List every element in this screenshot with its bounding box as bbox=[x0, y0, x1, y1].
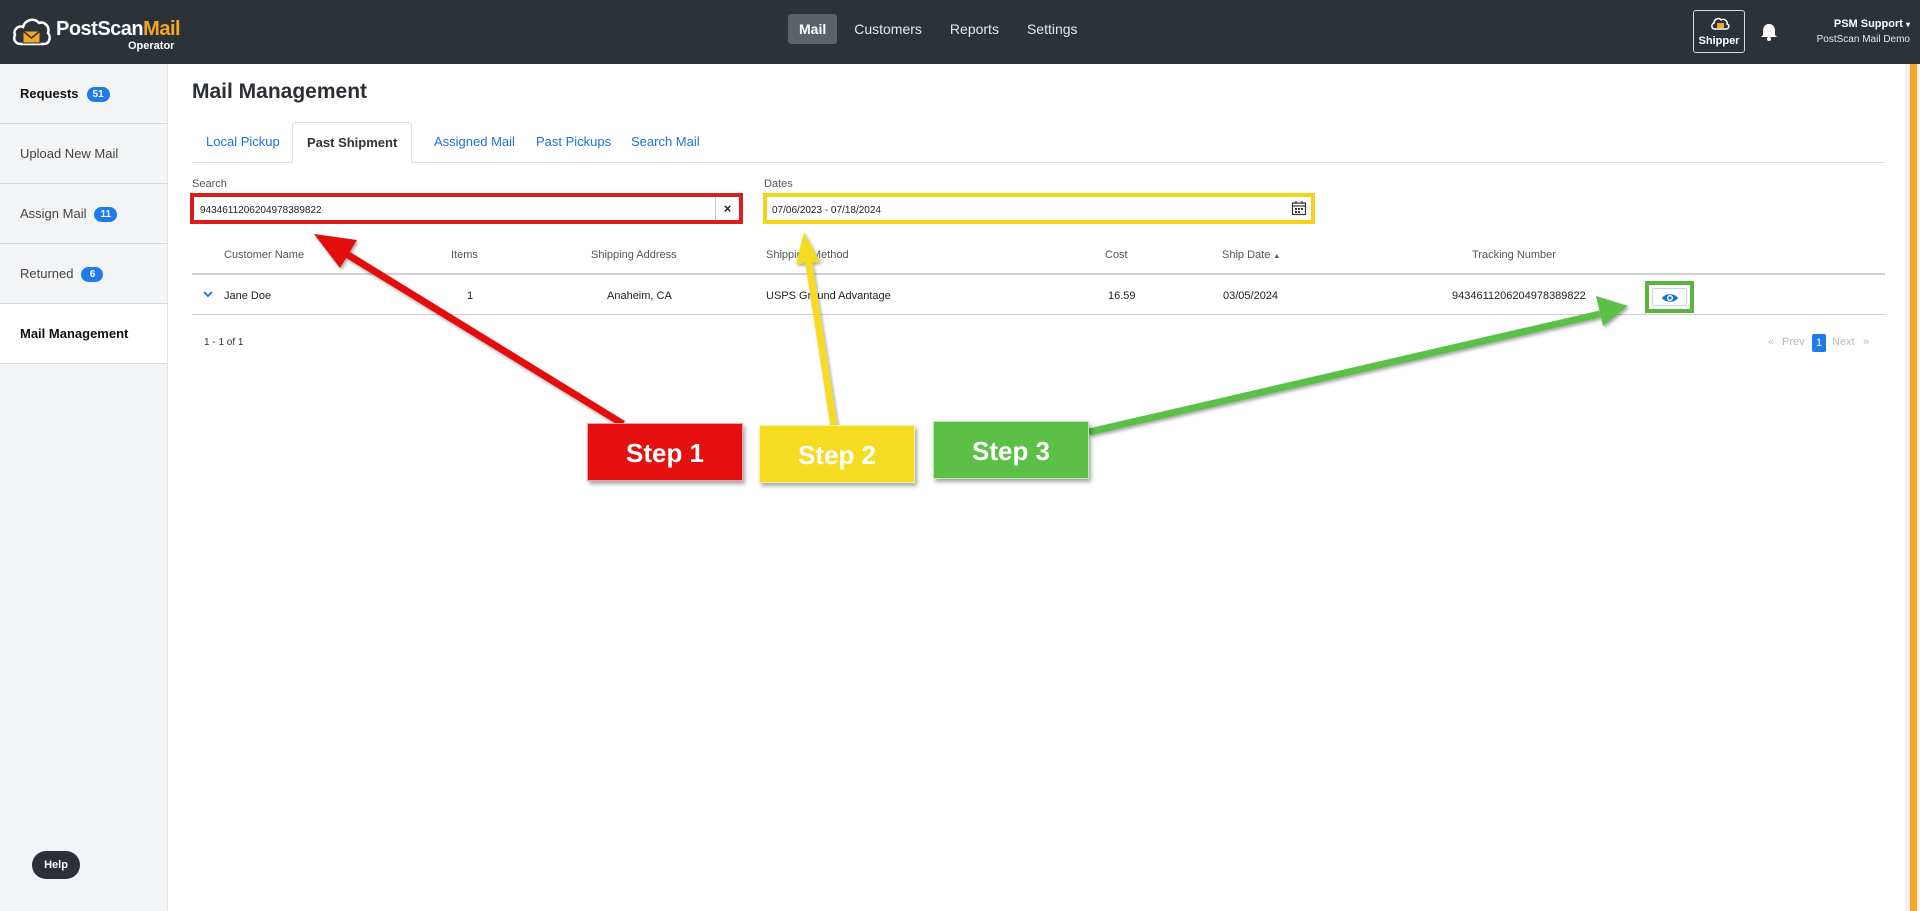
cell-shipping-address: Anaheim, CA bbox=[607, 290, 672, 302]
first-page-button[interactable]: « bbox=[1768, 336, 1774, 348]
header-tracking-number[interactable]: Tracking Number bbox=[1472, 249, 1556, 261]
sidebar-item-mail-management[interactable]: Mail Management bbox=[0, 304, 167, 364]
sidebar-item-label: Assign Mail bbox=[20, 206, 87, 221]
sidebar-item-label: Upload New Mail bbox=[20, 146, 119, 161]
header-cost[interactable]: Cost bbox=[1105, 249, 1128, 261]
table-header-divider bbox=[192, 273, 1885, 275]
returned-count-badge: 6 bbox=[81, 267, 104, 283]
next-page-button[interactable]: Next bbox=[1832, 336, 1855, 348]
green-arrow-head bbox=[1596, 296, 1628, 326]
nav-customers[interactable]: Customers bbox=[843, 14, 933, 44]
nav-settings[interactable]: Settings bbox=[1016, 14, 1089, 44]
caret-down-icon: ▾ bbox=[1905, 20, 1910, 29]
dates-label: Dates bbox=[764, 178, 793, 190]
yellow-arrow-shaft bbox=[804, 257, 838, 427]
nav-reports[interactable]: Reports bbox=[939, 14, 1010, 44]
brand-name: PostScanMail bbox=[56, 18, 181, 40]
cell-customer-name: Jane Doe bbox=[224, 290, 272, 302]
green-arrow-shaft bbox=[1088, 310, 1601, 436]
view-button-inner bbox=[1652, 288, 1687, 306]
cell-cost: 16.59 bbox=[1108, 290, 1136, 302]
date-range-input[interactable] bbox=[772, 202, 1272, 218]
tab-assigned-mail[interactable]: Assigned Mail bbox=[420, 122, 529, 163]
sidebar-item-assign-mail[interactable]: Assign Mail 11 bbox=[0, 184, 167, 244]
nav-mail[interactable]: Mail bbox=[788, 14, 838, 44]
step-3-label: Step 3 bbox=[933, 421, 1089, 479]
sidebar-item-label: Requests bbox=[20, 86, 79, 101]
postscanmail-logo[interactable]: PostScanMail Operator bbox=[12, 12, 182, 54]
notification-bell-icon[interactable] bbox=[1758, 21, 1780, 43]
sidebar-item-requests[interactable]: Requests 51 bbox=[0, 64, 167, 124]
cell-items: 1 bbox=[467, 290, 474, 302]
prev-page-button[interactable]: Prev bbox=[1782, 336, 1805, 348]
shipper-button[interactable]: Shipper bbox=[1693, 10, 1745, 53]
assign-mail-count-badge: 11 bbox=[94, 207, 118, 223]
page-1-button[interactable]: 1 bbox=[1812, 334, 1826, 352]
header-ship-date[interactable]: Ship Date ▲ bbox=[1222, 249, 1280, 261]
cell-shipping-method: USPS Ground Advantage bbox=[766, 290, 891, 302]
shipper-label: Shipper bbox=[1698, 35, 1740, 47]
sidebar-item-upload-new-mail[interactable]: Upload New Mail bbox=[0, 124, 167, 184]
scrollbar-thumb[interactable] bbox=[1910, 64, 1917, 911]
main-nav: Mail Customers Reports Settings bbox=[788, 14, 1089, 44]
eye-icon bbox=[1662, 294, 1678, 302]
user-org: PostScan Mail Demo bbox=[1816, 34, 1910, 45]
help-button[interactable]: Help bbox=[32, 851, 80, 879]
clear-search-button[interactable]: × bbox=[715, 197, 739, 220]
sort-ascending-icon: ▲ bbox=[1273, 253, 1281, 260]
sidebar-item-label: Returned bbox=[20, 266, 74, 281]
user-menu[interactable]: PSM Support ▾ PostScan Mail Demo bbox=[1790, 18, 1910, 45]
tab-past-pickups[interactable]: Past Pickups bbox=[522, 122, 625, 163]
sidebar: Requests 51 Upload New Mail Assign Mail 11… bbox=[0, 64, 168, 911]
pagination-range: 1 - 1 of 1 bbox=[204, 337, 244, 348]
sidebar-item-returned[interactable]: Returned 6 bbox=[0, 244, 167, 304]
search-field: × bbox=[190, 193, 743, 224]
page-title: Mail Management bbox=[192, 80, 368, 103]
tab-local-pickup[interactable]: Local Pickup bbox=[192, 122, 294, 163]
sidebar-item-label: Mail Management bbox=[20, 326, 129, 341]
table-row-divider bbox=[192, 314, 1885, 315]
last-page-button[interactable]: » bbox=[1863, 336, 1869, 348]
calendar-icon[interactable] bbox=[1291, 200, 1307, 216]
red-arrow-shaft bbox=[338, 247, 625, 427]
requests-count-badge: 51 bbox=[86, 87, 110, 103]
search-label: Search bbox=[192, 178, 227, 190]
header-customer-name[interactable]: Customer Name bbox=[224, 249, 304, 261]
header-shipping-address[interactable]: Shipping Address bbox=[591, 249, 677, 261]
cell-ship-date: 03/05/2024 bbox=[1223, 290, 1279, 302]
page-scrollbar[interactable] bbox=[1905, 64, 1920, 911]
cloud-mail-logo-icon bbox=[13, 18, 51, 46]
header-shipping-method[interactable]: Shipping Method bbox=[766, 249, 849, 261]
search-input[interactable] bbox=[200, 202, 700, 218]
tab-search-mail[interactable]: Search Mail bbox=[617, 122, 714, 163]
header-items[interactable]: Items bbox=[451, 249, 478, 261]
red-arrow-head bbox=[314, 234, 357, 268]
top-navbar: PostScanMail Operator Mail Customers Rep… bbox=[0, 0, 1920, 64]
chevron-down-icon[interactable] bbox=[202, 289, 214, 299]
tab-bar: Local Pickup Past Shipment Assigned Mail… bbox=[192, 122, 1885, 164]
step-1-label: Step 1 bbox=[587, 423, 743, 481]
user-name: PSM Support ▾ bbox=[1833, 18, 1910, 30]
shipper-cloud-icon bbox=[1711, 17, 1730, 30]
step-2-label: Step 2 bbox=[759, 425, 915, 483]
tab-past-shipment[interactable]: Past Shipment bbox=[292, 122, 413, 164]
cell-tracking-number: 9434611206204978389822 bbox=[1452, 290, 1586, 302]
date-range-field bbox=[763, 193, 1315, 224]
brand-subtitle: Operator bbox=[128, 40, 175, 52]
view-shipment-button[interactable] bbox=[1645, 281, 1694, 313]
